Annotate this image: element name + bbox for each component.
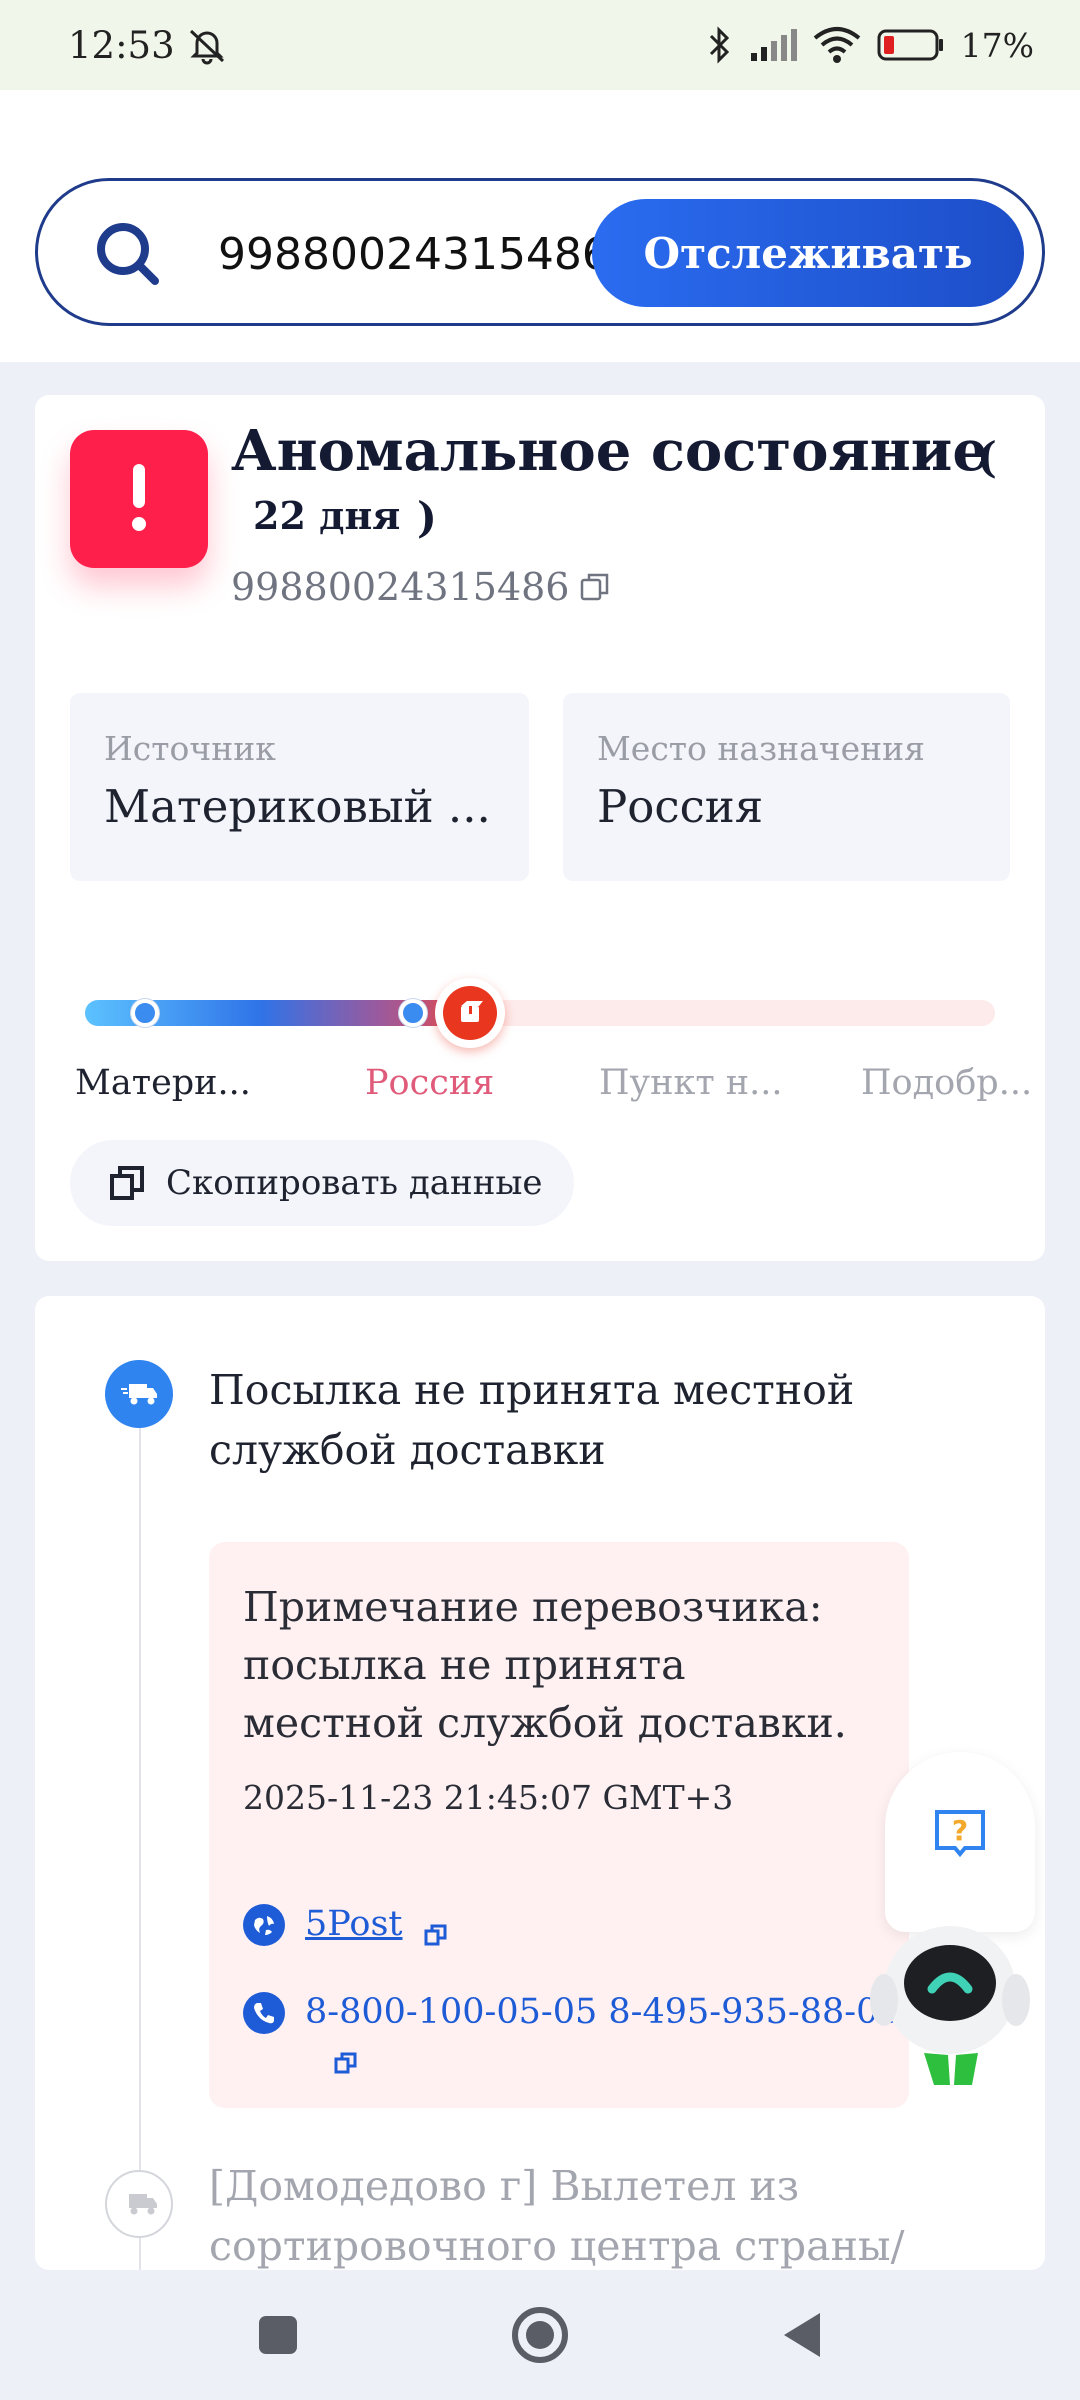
carrier-note-box: Примечание перевозчика: посылка не приня… (209, 1542, 909, 2108)
tracking-number: 99880024315486 (231, 565, 611, 609)
copy-data-button[interactable]: Скопировать данные (70, 1140, 574, 1226)
battery-icon (877, 29, 943, 61)
destination-label: Место назначения (597, 729, 925, 768)
stage-label-picked-up: Подобр... (861, 1063, 1033, 1103)
alert-icon (70, 430, 208, 568)
package-icon (461, 1001, 483, 1022)
stage-label-pickup-point: Пункт н... (599, 1063, 783, 1103)
truck-icon (105, 2170, 173, 2238)
origin-label: Источник (104, 729, 276, 768)
progress-dot-country (399, 999, 427, 1027)
days-count: 22 дня (253, 493, 401, 538)
event-title: [Домодедово г] Вылетел из сортировочного… (209, 2162, 905, 2270)
days-paren-open: ( (977, 433, 997, 482)
help-chat-icon: ? (935, 1810, 985, 1858)
track-button[interactable]: Отслеживать (592, 199, 1024, 307)
stage-label-origin: Матери... (75, 1063, 251, 1103)
destination-value: Россия (597, 780, 764, 833)
copy-icon[interactable] (579, 571, 611, 603)
event-title: Посылка не принята местной службой доста… (209, 1366, 855, 1474)
event-timestamp: 2025-11-23 21:45:07 GMT+3 (243, 1778, 734, 1817)
battery-percent: 17% (960, 25, 1034, 65)
search-icon[interactable] (93, 219, 165, 291)
globe-icon (243, 1904, 285, 1946)
phone-row: 8-800-100-05-05 8-495-935-88-00 (243, 1992, 901, 2034)
days-paren-close: ) (417, 493, 437, 542)
copy-icon[interactable] (333, 2050, 359, 2076)
tracking-number-text: 99880024315486 (231, 565, 570, 609)
back-button[interactable] (780, 2310, 824, 2360)
summary-card: Аномальное состояние ( 22 дня ) 99880024… (35, 395, 1045, 1261)
svg-text:?: ? (952, 1814, 968, 1847)
copy-icon[interactable] (423, 1922, 449, 1948)
copy-data-label: Скопировать данные (166, 1163, 543, 1203)
tracking-number-input[interactable] (218, 215, 608, 293)
status-bar: 12:53 17% (0, 0, 1080, 90)
carrier-row: 5Post (243, 1904, 449, 1948)
phone-icon (243, 1992, 285, 2034)
origin-value: Материковый ... (104, 780, 491, 833)
origin-box: Источник Материковый ... (70, 693, 529, 881)
copy-icon (110, 1166, 144, 1200)
bluetooth-icon (709, 26, 729, 64)
wifi-icon (813, 27, 860, 63)
signal-icon (750, 29, 797, 61)
search-header: Отслеживать (0, 90, 1080, 362)
destination-box: Место назначения Россия (563, 693, 1010, 881)
status-title: Аномальное состояние (231, 418, 988, 484)
stage-label-country: Россия (365, 1063, 495, 1103)
system-nav-bar (0, 2270, 1080, 2400)
tracking-events-card: Посылка не принята местной службой доста… (35, 1296, 1045, 2286)
bell-off-icon (189, 29, 224, 65)
carrier-phones[interactable]: 8-800-100-05-05 8-495-935-88-00 (305, 1992, 901, 2032)
assistant-robot-icon[interactable] (860, 1905, 1040, 2090)
progress-dot-origin (131, 999, 159, 1027)
truck-icon (105, 1360, 173, 1428)
current-stage-marker (435, 978, 505, 1048)
carrier-note: Примечание перевозчика: посылка не приня… (243, 1583, 847, 1747)
carrier-link[interactable]: 5Post (305, 1904, 403, 1944)
recents-button[interactable] (256, 2313, 300, 2357)
timeline-line (139, 1426, 141, 2286)
search-bar: Отслеживать (35, 178, 1045, 326)
status-time: 12:53 (68, 23, 175, 67)
home-button[interactable] (510, 2305, 570, 2365)
